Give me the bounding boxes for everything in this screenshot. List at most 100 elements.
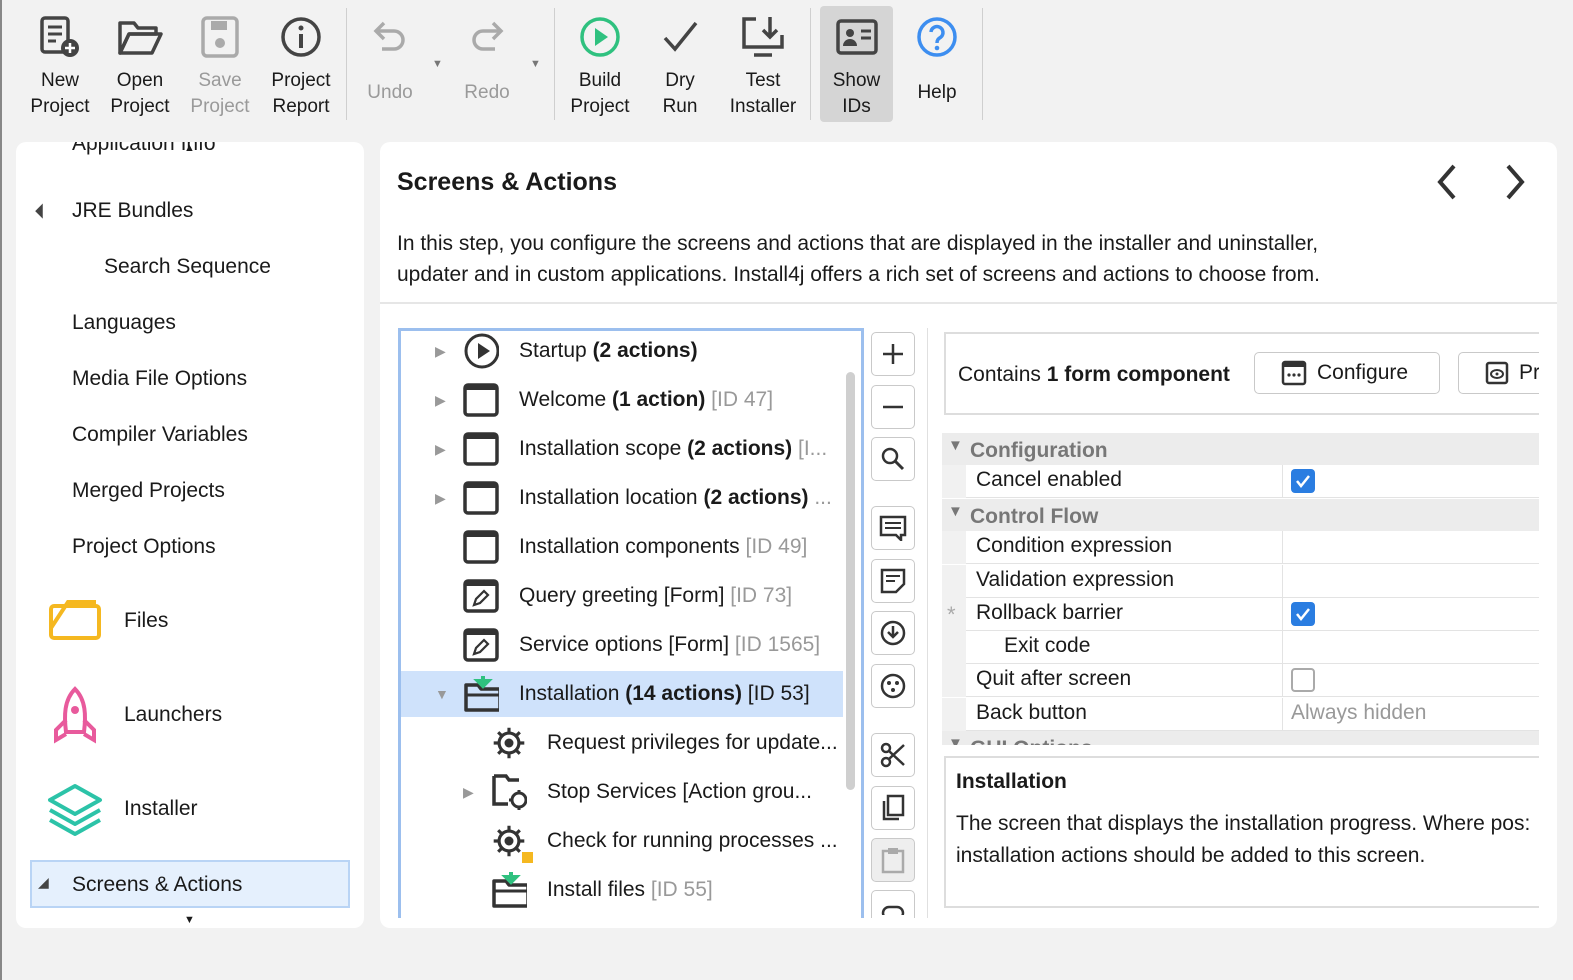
sidebar-item-application-info[interactable]: Application Info	[72, 142, 216, 162]
new-project-button[interactable]: New Project	[26, 6, 94, 122]
collapse-arrow-icon[interactable]: ▼	[435, 686, 449, 702]
property-row[interactable]: Back button Always hidden	[942, 698, 1539, 731]
splitter[interactable]	[927, 328, 928, 918]
back-button-value[interactable]: Always hidden	[1282, 698, 1539, 731]
property-row[interactable]: Validation expression	[942, 565, 1539, 598]
add-button[interactable]	[871, 332, 915, 376]
paste-button[interactable]	[871, 838, 915, 882]
link-button[interactable]	[871, 890, 915, 918]
copy-icon	[882, 794, 905, 821]
scroll-down-icon[interactable]: ▼	[184, 914, 195, 926]
collapse-icon: ▼	[948, 503, 963, 520]
id-card-icon	[835, 6, 879, 68]
property-row[interactable]: Condition expression	[942, 531, 1539, 564]
property-row[interactable]: Quit after screen	[942, 664, 1539, 697]
condition-expression-value[interactable]	[1282, 531, 1539, 564]
sidebar-item-merged-projects[interactable]: Merged Projects	[72, 479, 225, 503]
sidebar: ▲ Application Info ◣ JRE Bundles Search …	[16, 142, 364, 928]
preview-button[interactable]: Pr	[1458, 352, 1539, 394]
sidebar-item-installer[interactable]: Installer	[124, 797, 198, 821]
remove-button[interactable]	[871, 385, 915, 429]
tree-row[interactable]: Install files [ID 55]	[401, 867, 843, 913]
sidebar-item-languages[interactable]: Languages	[72, 311, 176, 335]
note-button[interactable]	[871, 559, 915, 603]
page-title: Screens & Actions	[397, 168, 617, 196]
gear-icon	[491, 725, 527, 761]
exit-code-value[interactable]	[1282, 631, 1539, 664]
divider	[380, 302, 1557, 304]
sidebar-item-project-options[interactable]: Project Options	[72, 535, 216, 559]
section-gui-options[interactable]: ▼GUI Options	[942, 731, 1539, 745]
sidebar-item-files[interactable]: Files	[124, 609, 168, 633]
sidebar-item-jre-bundles[interactable]: JRE Bundles	[72, 199, 193, 223]
copy-button[interactable]	[871, 786, 915, 830]
undo-dropdown-icon[interactable]: ▼	[432, 58, 443, 70]
download-button[interactable]	[871, 611, 915, 655]
tree-row[interactable]: ▶ Startup (2 actions)	[401, 331, 843, 374]
expand-arrow-icon[interactable]: ▶	[463, 784, 474, 801]
section-configuration[interactable]: ▼ Configuration	[942, 433, 1539, 465]
expand-arrow-icon[interactable]: ▶	[435, 441, 446, 458]
sidebar-item-search-sequence[interactable]: Search Sequence	[104, 255, 271, 279]
quit-after-screen-checkbox[interactable]	[1291, 668, 1315, 692]
show-ids-button[interactable]: Show IDs	[820, 6, 893, 122]
help-button[interactable]: Help	[907, 6, 967, 122]
sidebar-item-launchers[interactable]: Launchers	[124, 703, 222, 727]
page-description: In this step, you configure the screens …	[397, 232, 1320, 286]
tree-row[interactable]: Service options [Form] [ID 1565]	[401, 622, 843, 668]
expanded-icon[interactable]: ◣	[34, 201, 53, 221]
redo-button[interactable]: Redo	[457, 6, 517, 122]
expand-arrow-icon[interactable]: ▶	[435, 490, 446, 507]
dry-run-button[interactable]: Dry Run	[654, 6, 706, 122]
tree-row[interactable]: ▼ Installation (14 actions) [ID 53]	[401, 671, 843, 717]
screens-tree[interactable]: ▶ Startup (2 actions) ▶ Welcome (1 action) …	[398, 328, 864, 918]
comment-button[interactable]	[871, 506, 915, 550]
modified-marker: *	[947, 602, 956, 627]
tree-row[interactable]: ▶ Installation location (2 actions) ...	[401, 475, 843, 521]
tree-row[interactable]: ▶ Stop Services [Action grou...	[401, 769, 843, 815]
redo-icon	[467, 6, 507, 68]
undo-button[interactable]: Undo	[360, 6, 420, 122]
test-installer-button[interactable]: Test Installer	[724, 6, 802, 122]
open-project-button[interactable]: Open Project	[106, 6, 174, 122]
expand-arrow-icon[interactable]: ▶	[435, 343, 446, 360]
forward-arrow-icon[interactable]	[1500, 162, 1530, 207]
expand-arrow-icon[interactable]: ▶	[435, 392, 446, 409]
comment-icon	[879, 515, 907, 541]
property-row[interactable]: Exit code	[942, 631, 1539, 664]
property-row[interactable]: Cancel enabled	[942, 465, 1539, 498]
sidebar-item-compiler-variables[interactable]: Compiler Variables	[72, 423, 248, 447]
group-button[interactable]	[871, 664, 915, 708]
tree-scrollbar[interactable]	[846, 372, 855, 790]
warning-marker-icon	[522, 852, 533, 863]
tree-row[interactable]: Check for running processes ...	[401, 818, 843, 864]
search-button[interactable]	[871, 437, 915, 481]
build-project-button[interactable]: Build Project	[566, 6, 634, 122]
tree-row[interactable]: Installation components [ID 49]	[401, 524, 843, 570]
description-box: Installation The screen that displays th…	[944, 756, 1539, 908]
cut-button[interactable]	[871, 733, 915, 777]
tree-row[interactable]: ▶ Welcome (1 action) [ID 47]	[401, 377, 843, 423]
rollback-barrier-checkbox[interactable]	[1291, 602, 1315, 626]
redo-dropdown-icon[interactable]: ▼	[530, 58, 541, 70]
form-dots-icon	[1281, 360, 1307, 386]
sidebar-item-media-file-options[interactable]: Media File Options	[72, 367, 247, 391]
expanded-icon: ◢	[38, 874, 49, 890]
property-row[interactable]: * Rollback barrier	[942, 598, 1539, 631]
tree-row[interactable]: Request privileges for update...	[401, 720, 843, 766]
folder-gear-icon	[491, 774, 527, 810]
tree-row[interactable]: ▶ Installation scope (2 actions) [I...	[401, 426, 843, 472]
tree-row[interactable]: Query greeting [Form] [ID 73]	[401, 573, 843, 619]
save-project-button[interactable]: Save Project	[186, 6, 254, 122]
monitor-download-icon	[740, 6, 786, 68]
cancel-enabled-checkbox[interactable]	[1291, 469, 1315, 493]
back-arrow-icon[interactable]	[1432, 162, 1462, 207]
window-icon	[463, 382, 499, 418]
validation-expression-value[interactable]	[1282, 565, 1539, 598]
project-report-button[interactable]: Project Report	[266, 6, 336, 122]
layers-icon	[46, 782, 104, 841]
section-control-flow[interactable]: ▼ Control Flow	[942, 499, 1539, 531]
link-icon	[881, 905, 905, 915]
sidebar-item-screens-actions[interactable]: ◢ Screens & Actions	[30, 860, 350, 908]
configure-button[interactable]: Configure	[1254, 352, 1440, 394]
